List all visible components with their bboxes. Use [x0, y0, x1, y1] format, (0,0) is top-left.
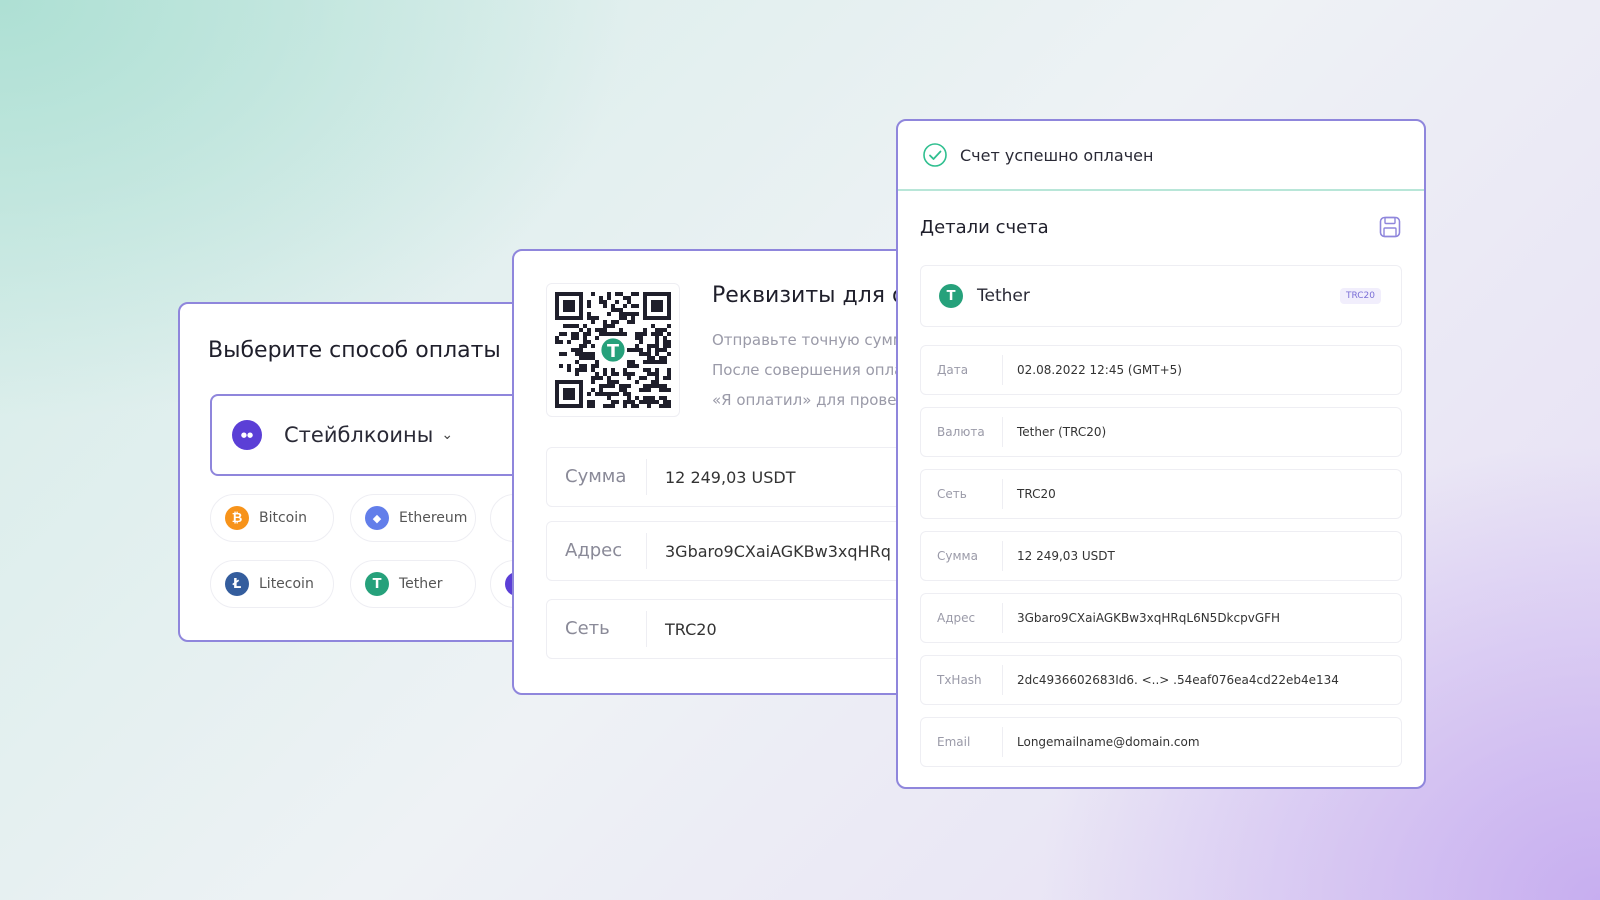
- requisites-title: Реквизиты для оплаты: [712, 283, 910, 308]
- requisites-row-amount: Сумма 12 249,03 USDT: [546, 447, 910, 507]
- qr-code-icon: T: [555, 292, 671, 408]
- coin-option-label: Litecoin: [259, 576, 314, 592]
- requisites-desc-line: «Я оплатил» для проверки: [712, 391, 912, 409]
- tether-icon: T: [939, 284, 963, 308]
- invoice-row-label: TxHash: [921, 665, 1003, 695]
- requisites-row-value[interactable]: 3Gbaro9CXaiAGKBw3xqHRq: [647, 542, 891, 561]
- requisites-row-value[interactable]: 12 249,03 USDT: [647, 468, 795, 487]
- invoice-row-value[interactable]: 3Gbaro9CXaiAGKBw3xqHRqL6N5DkcpvGFH: [1003, 611, 1280, 625]
- coin-option-label: Bitcoin: [259, 510, 308, 526]
- payment-method-card: Выберите способ оплаты ●● Стейблкоины ⌄ …: [178, 302, 538, 642]
- requisites-row-label: Адрес: [547, 533, 647, 569]
- stablecoin-logo-icon: ●●: [232, 420, 262, 450]
- bitcoin-icon: ₿: [225, 506, 249, 530]
- payment-requisites-card: T Реквизиты для оплаты Отправьте точную …: [512, 249, 912, 695]
- invoice-details-card: Счет успешно оплачен Детали счета T Teth…: [896, 119, 1426, 789]
- ethereum-icon: ◆: [365, 506, 389, 530]
- network-badge: TRC20: [1339, 288, 1381, 304]
- currency-type-value: Стейблкоины: [284, 423, 434, 447]
- invoice-row-value: Tether (TRC20): [1017, 425, 1107, 439]
- invoice-row-label: Сеть: [921, 479, 1003, 509]
- invoice-details-title: Детали счета: [920, 217, 1049, 238]
- invoice-row-value: 02.08.2022 12:45 (GMT+5): [1017, 363, 1182, 377]
- invoice-row-date: Дата 02.08.2022 12:45 (GMT+5): [920, 345, 1402, 395]
- payment-success-text: Счет успешно оплачен: [960, 145, 1154, 165]
- invoice-coin-row: T Tether TRC20: [920, 265, 1402, 327]
- requisites-row-address: Адрес 3Gbaro9CXaiAGKBw3xqHRq: [546, 521, 910, 581]
- check-circle-icon: [923, 143, 947, 167]
- invoice-row-label: Адрес: [921, 603, 1003, 633]
- invoice-row-label: Email: [921, 727, 1003, 757]
- invoice-row-value: TRC20: [1017, 487, 1056, 501]
- payment-method-title: Выберите способ оплаты: [208, 338, 501, 363]
- coin-option-bitcoin[interactable]: ₿ Bitcoin: [210, 494, 334, 542]
- invoice-row-value: Longemailname@domain.com: [1017, 735, 1200, 749]
- qr-tether-glyph: T: [607, 342, 619, 362]
- invoice-row-label: Сумма: [921, 541, 1003, 571]
- coin-option-tether[interactable]: T Tether: [350, 560, 476, 608]
- requisites-desc-line: Отправьте точную сумму: [712, 331, 912, 349]
- save-icon: [1379, 216, 1401, 238]
- invoice-row-label: Дата: [921, 355, 1003, 385]
- invoice-coin-name: Tether: [977, 286, 1030, 306]
- requisites-desc-line: После совершения оплаты: [712, 361, 912, 379]
- requisites-row-label: Сеть: [547, 611, 647, 647]
- coin-option-label: Ethereum: [399, 510, 468, 526]
- coin-option-ethereum[interactable]: ◆ Ethereum: [350, 494, 476, 542]
- invoice-row-label: Валюта: [921, 417, 1003, 447]
- chevron-down-icon: ⌄: [441, 427, 454, 443]
- litecoin-icon: Ł: [225, 572, 249, 596]
- invoice-row-network: Сеть TRC20: [920, 469, 1402, 519]
- invoice-row-currency: Валюта Tether (TRC20): [920, 407, 1402, 457]
- coin-option-label: Tether: [399, 576, 443, 592]
- invoice-row-value: 12 249,03 USDT: [1017, 549, 1115, 563]
- invoice-row-txhash: TxHash 2dc4936602683Id6. <..> .54eaf076e…: [920, 655, 1402, 705]
- requisites-row-value: TRC20: [665, 619, 717, 639]
- requisites-row-label: Сумма: [547, 459, 647, 495]
- tether-icon: T: [365, 572, 389, 596]
- currency-type-select[interactable]: ●● Стейблкоины ⌄: [210, 394, 536, 476]
- qr-code: T: [546, 283, 680, 417]
- invoice-row-amount: Сумма 12 249,03 USDT: [920, 531, 1402, 581]
- payment-success-banner: Счет успешно оплачен: [898, 121, 1424, 191]
- requisites-row-network: Сеть TRC20: [546, 599, 910, 659]
- coin-option-litecoin[interactable]: Ł Litecoin: [210, 560, 334, 608]
- save-invoice-button[interactable]: [1378, 215, 1402, 243]
- invoice-row-email: Email Longemailname@domain.com: [920, 717, 1402, 767]
- invoice-row-address: Адрес 3Gbaro9CXaiAGKBw3xqHRqL6N5DkcpvGFH: [920, 593, 1402, 643]
- invoice-row-value[interactable]: 2dc4936602683Id6. <..> .54eaf076ea4cd22e…: [1003, 673, 1339, 687]
